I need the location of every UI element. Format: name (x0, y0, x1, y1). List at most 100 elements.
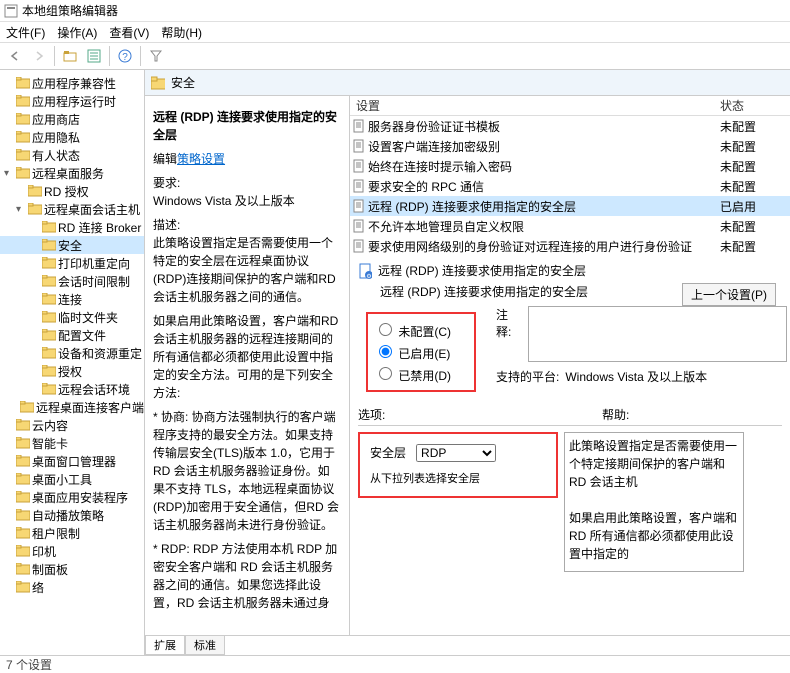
help-button[interactable]: ? (114, 45, 136, 67)
col-name[interactable]: 设置 (350, 97, 720, 114)
separator (109, 46, 110, 66)
setting-row[interactable]: 不允许本地管理员自定义权限未配置 (350, 216, 790, 236)
tab-extended[interactable]: 扩展 (145, 636, 185, 655)
folder-icon (16, 526, 30, 540)
help-text-box: 此策略设置指定是否需要使用一个特定接期间保护的客户端和 RD 会话主机 如果启用… (564, 432, 744, 572)
back-button[interactable] (4, 45, 26, 67)
menu-view[interactable]: 查看(V) (109, 24, 149, 41)
tree-item[interactable]: 印机 (0, 542, 144, 560)
folder-icon (16, 418, 30, 432)
setting-icon (350, 159, 368, 173)
folder-icon (16, 130, 30, 144)
status-text: 7 个设置 (6, 656, 52, 673)
mid: 远程 (RDP) 连接要求使用指定的安全层 编辑策略设置 要求: Windows… (145, 96, 790, 635)
tree-item[interactable]: 临时文件夹 (0, 308, 144, 326)
folder-icon (16, 562, 30, 576)
tree-item[interactable]: 制面板 (0, 560, 144, 578)
edit-label: 编辑 (153, 152, 177, 166)
security-layer-select[interactable]: RDP (416, 444, 496, 462)
folder-icon (42, 292, 56, 306)
tree-item[interactable]: 远程会话环境 (0, 380, 144, 398)
tree-item[interactable]: 自动播放策略 (0, 506, 144, 524)
comment-textarea[interactable] (528, 306, 787, 362)
titlebar: 本地组策略编辑器 (0, 0, 790, 22)
req-label: 要求: (153, 176, 180, 190)
prev-setting-button[interactable]: 上一个设置(P) (682, 283, 776, 306)
setting-row[interactable]: 始终在连接时提示输入密码未配置 (350, 156, 790, 176)
tree-item[interactable]: 租户限制 (0, 524, 144, 542)
tree-item[interactable]: RD 授权 (0, 182, 144, 200)
nav-tree[interactable]: 应用程序兼容性应用程序运行时应用商店应用隐私有人状态▾远程桌面服务RD 授权▾远… (0, 70, 145, 655)
window-title: 本地组策略编辑器 (22, 2, 118, 19)
security-layer-group: 安全层 RDP 从下拉列表选择安全层 (358, 432, 558, 498)
folder-icon (16, 112, 30, 126)
radio-enabled[interactable]: 已启用(E) (374, 342, 468, 362)
tree-item[interactable]: 应用程序运行时 (0, 92, 144, 110)
radio-unconfigured[interactable]: 未配置(C) (374, 320, 468, 340)
req-value: Windows Vista 及以上版本 (153, 194, 295, 208)
tab-standard[interactable]: 标准 (185, 636, 225, 655)
setting-row[interactable]: 远程 (RDP) 连接要求使用指定的安全层已启用 (350, 196, 790, 216)
tree-item[interactable]: 桌面小工具 (0, 470, 144, 488)
tree-item[interactable]: 桌面窗口管理器 (0, 452, 144, 470)
folder-icon (16, 490, 30, 504)
folder-icon (20, 400, 34, 414)
tree-item[interactable]: 授权 (0, 362, 144, 380)
settings-pane: 设置 状态 服务器身份验证证书模板未配置设置客户端连接加密级别未配置始终在连接时… (350, 96, 790, 635)
menu-file[interactable]: 文件(F) (6, 24, 45, 41)
platform-value: Windows Vista 及以上版本 (565, 368, 707, 385)
folder-icon (42, 256, 56, 270)
tree-item[interactable]: 安全 (0, 236, 144, 254)
up-button[interactable] (59, 45, 81, 67)
tree-item[interactable]: 有人状态 (0, 146, 144, 164)
tree-item[interactable]: 打印机重定向 (0, 254, 144, 272)
setting-row[interactable]: 服务器身份验证证书模板未配置 (350, 116, 790, 136)
description-pane: 远程 (RDP) 连接要求使用指定的安全层 编辑策略设置 要求: Windows… (145, 96, 350, 635)
detail-button[interactable] (83, 45, 105, 67)
setting-row[interactable]: 要求安全的 RPC 通信未配置 (350, 176, 790, 196)
col-state[interactable]: 状态 (720, 97, 790, 114)
folder-icon (42, 238, 56, 252)
menu-action[interactable]: 操作(A) (57, 24, 97, 41)
tree-item[interactable]: 络 (0, 578, 144, 596)
setting-row[interactable]: 要求使用网络级别的身份验证对远程连接的用户进行身份验证未配置 (350, 236, 790, 256)
detail-title: 远程 (RDP) 连接要求使用指定的安全层 (378, 262, 586, 279)
forward-button[interactable] (28, 45, 50, 67)
tree-item[interactable]: ▾远程桌面会话主机 (0, 200, 144, 218)
detail-area: ⚙ 远程 (RDP) 连接要求使用指定的安全层 远程 (RDP) 连接要求使用指… (350, 256, 790, 578)
content-pane: 安全 远程 (RDP) 连接要求使用指定的安全层 编辑策略设置 要求: Wind… (145, 70, 790, 655)
desc-p4: * RDP: RDP 方法使用本机 RDP 加密安全客户端和 RD 会话主机服务… (153, 540, 341, 612)
separator (140, 46, 141, 66)
header-bar: 安全 (145, 70, 790, 96)
tree-item[interactable]: 远程桌面连接客户端 (0, 398, 144, 416)
folder-icon (42, 310, 56, 324)
tree-item[interactable]: 应用隐私 (0, 128, 144, 146)
list-body: 服务器身份验证证书模板未配置设置客户端连接加密级别未配置始终在连接时提示输入密码… (350, 116, 790, 256)
folder-icon (16, 472, 30, 486)
tree-item[interactable]: 会话时间限制 (0, 272, 144, 290)
edit-link[interactable]: 策略设置 (177, 152, 225, 166)
folder-icon (42, 364, 56, 378)
tree-item[interactable]: 应用程序兼容性 (0, 74, 144, 92)
tree-item[interactable]: 云内容 (0, 416, 144, 434)
filter-button[interactable] (145, 45, 167, 67)
header-title: 安全 (171, 74, 195, 91)
policy-icon: ⚙ (358, 264, 372, 278)
tree-item[interactable]: 应用商店 (0, 110, 144, 128)
tree-item[interactable]: ▾远程桌面服务 (0, 164, 144, 182)
folder-icon (16, 454, 30, 468)
folder-icon (42, 328, 56, 342)
tree-item[interactable]: 桌面应用安装程序 (0, 488, 144, 506)
setting-row[interactable]: 设置客户端连接加密级别未配置 (350, 136, 790, 156)
menubar: 文件(F) 操作(A) 查看(V) 帮助(H) (0, 22, 790, 42)
svg-text:⚙: ⚙ (366, 273, 371, 279)
tree-item[interactable]: 配置文件 (0, 326, 144, 344)
menu-help[interactable]: 帮助(H) (161, 24, 202, 41)
tree-item[interactable]: 设备和资源重定 (0, 344, 144, 362)
radio-disabled[interactable]: 已禁用(D) (374, 364, 468, 384)
folder-icon (151, 76, 165, 90)
tree-item[interactable]: RD 连接 Broker (0, 218, 144, 236)
tree-item[interactable]: 智能卡 (0, 434, 144, 452)
folder-icon (16, 148, 30, 162)
tree-item[interactable]: 连接 (0, 290, 144, 308)
